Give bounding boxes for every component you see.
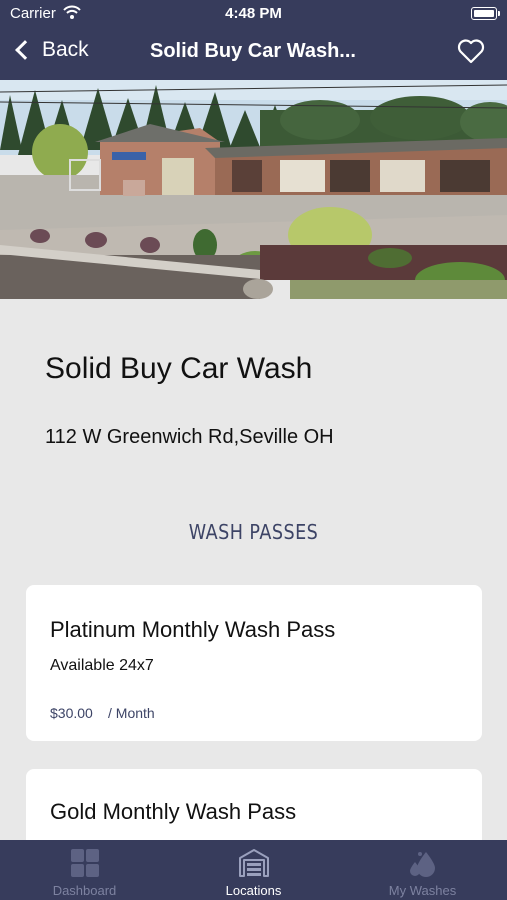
back-button[interactable]: Back <box>14 38 89 62</box>
location-name: Solid Buy Car Wash <box>45 352 313 385</box>
section-heading-wash-passes: WASH PASSES <box>188 520 319 544</box>
wash-pass-title: Gold Monthly Wash Pass <box>50 799 297 824</box>
location-photo <box>0 80 507 299</box>
wash-pass-availability: Available 24x7 <box>50 657 154 674</box>
top-bar: Carrier 4:48 PM Back Solid Buy Car Wash.… <box>0 0 507 80</box>
wash-pass-price: $30.00 <box>50 705 93 721</box>
water-drops-icon <box>408 848 438 878</box>
chevron-left-icon <box>15 40 35 60</box>
status-bar: Carrier 4:48 PM <box>0 0 507 28</box>
navigation-bar: Back Solid Buy Car Wash... <box>0 28 507 80</box>
battery-icon <box>471 7 500 20</box>
tab-locations[interactable]: Locations <box>169 840 338 900</box>
dashboard-icon <box>70 848 100 878</box>
tab-label: Locations <box>225 883 282 898</box>
tab-dashboard[interactable]: Dashboard <box>0 840 169 900</box>
tab-label: Dashboard <box>52 883 117 898</box>
wash-pass-card[interactable]: Platinum Monthly Wash Pass Available 24x… <box>26 585 482 741</box>
nav-title: Solid Buy Car Wash... <box>150 40 356 62</box>
heart-icon <box>457 39 485 64</box>
wash-pass-title: Platinum Monthly Wash Pass <box>50 617 336 642</box>
tab-label: My Washes <box>388 883 457 898</box>
tab-bar: Dashboard Locations My Washes <box>0 840 507 900</box>
tab-my-washes[interactable]: My Washes <box>338 840 507 900</box>
wash-pass-period: / Month <box>108 705 155 721</box>
back-label: Back <box>42 38 89 61</box>
status-time: 4:48 PM <box>225 5 282 22</box>
location-address: 112 W Greenwich Rd,Seville OH <box>45 426 334 448</box>
favorite-button[interactable] <box>457 38 485 64</box>
garage-icon <box>238 848 269 878</box>
